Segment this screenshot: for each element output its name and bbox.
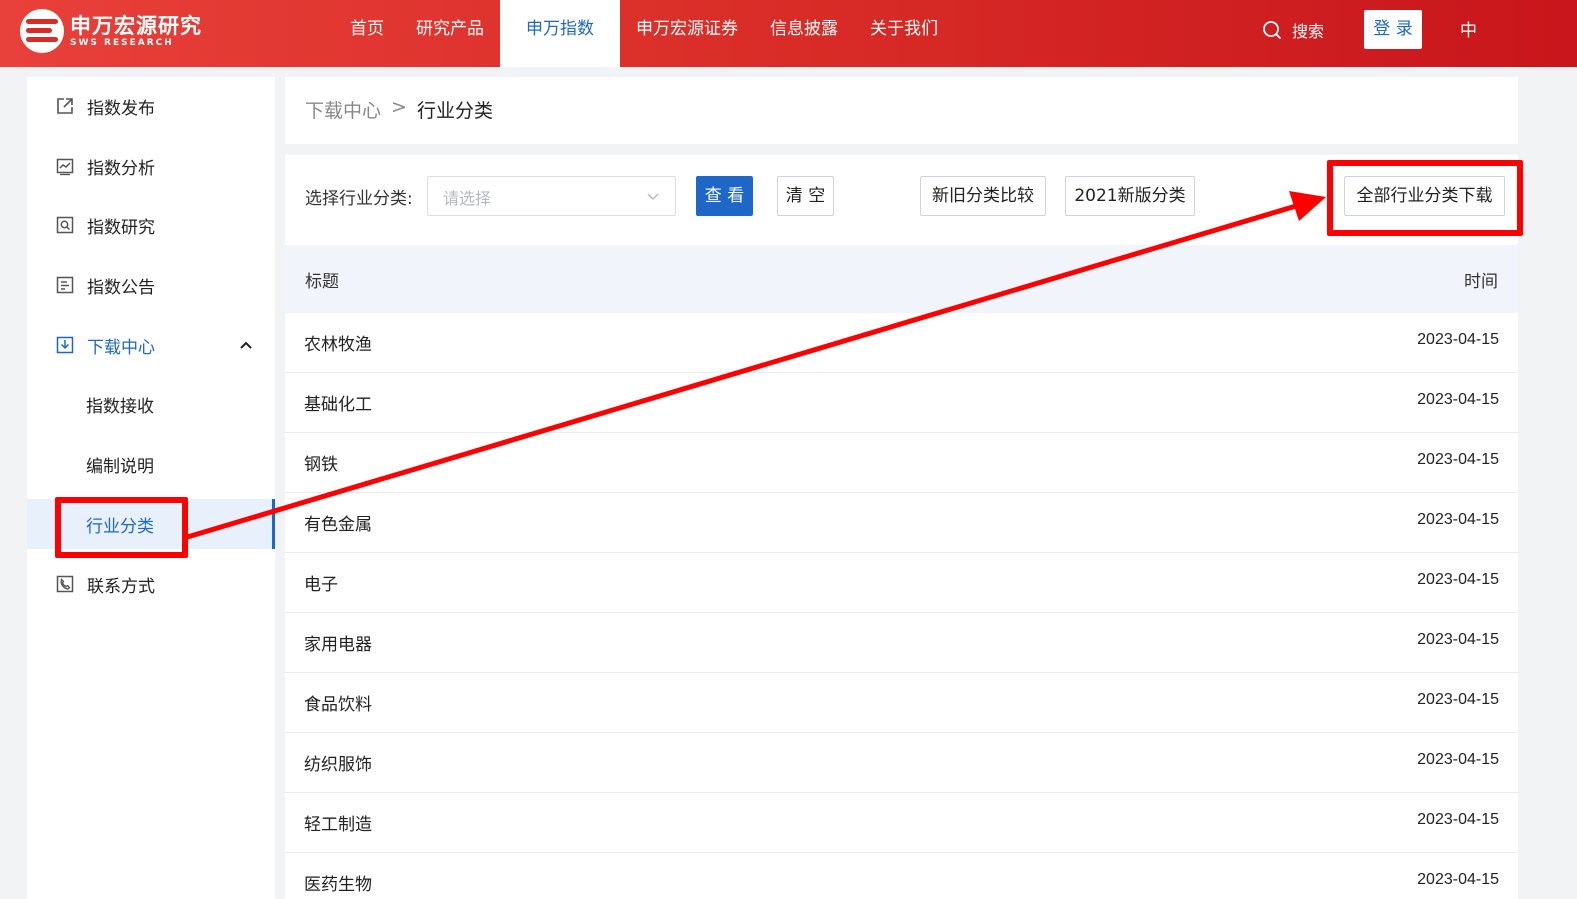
annotation-arrow bbox=[183, 191, 1326, 541]
